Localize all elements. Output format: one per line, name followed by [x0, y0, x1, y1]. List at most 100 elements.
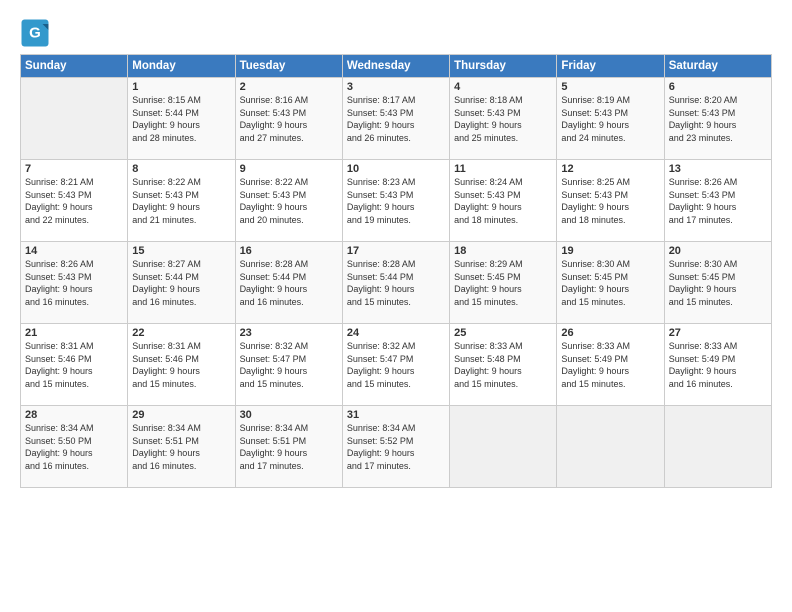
day-number: 18	[454, 245, 552, 257]
calendar-cell: 11Sunrise: 8:24 AMSunset: 5:43 PMDayligh…	[450, 160, 557, 242]
sun-info: Sunrise: 8:32 AMSunset: 5:47 PMDaylight:…	[347, 340, 445, 390]
sun-info: Sunrise: 8:34 AMSunset: 5:52 PMDaylight:…	[347, 422, 445, 472]
sun-info: Sunrise: 8:15 AMSunset: 5:44 PMDaylight:…	[132, 94, 230, 144]
day-number: 1	[132, 81, 230, 93]
calendar-cell	[557, 406, 664, 488]
sun-info: Sunrise: 8:25 AMSunset: 5:43 PMDaylight:…	[561, 176, 659, 226]
day-number: 3	[347, 81, 445, 93]
sun-info: Sunrise: 8:26 AMSunset: 5:43 PMDaylight:…	[25, 258, 123, 308]
calendar-cell: 9Sunrise: 8:22 AMSunset: 5:43 PMDaylight…	[235, 160, 342, 242]
calendar-cell: 15Sunrise: 8:27 AMSunset: 5:44 PMDayligh…	[128, 242, 235, 324]
day-number: 8	[132, 163, 230, 175]
calendar-cell: 10Sunrise: 8:23 AMSunset: 5:43 PMDayligh…	[342, 160, 449, 242]
calendar-table: SundayMondayTuesdayWednesdayThursdayFrid…	[20, 54, 772, 488]
sun-info: Sunrise: 8:29 AMSunset: 5:45 PMDaylight:…	[454, 258, 552, 308]
header-cell-saturday: Saturday	[664, 55, 771, 78]
sun-info: Sunrise: 8:19 AMSunset: 5:43 PMDaylight:…	[561, 94, 659, 144]
day-number: 7	[25, 163, 123, 175]
day-number: 21	[25, 327, 123, 339]
day-number: 26	[561, 327, 659, 339]
day-number: 27	[669, 327, 767, 339]
day-number: 5	[561, 81, 659, 93]
sun-info: Sunrise: 8:26 AMSunset: 5:43 PMDaylight:…	[669, 176, 767, 226]
sun-info: Sunrise: 8:18 AMSunset: 5:43 PMDaylight:…	[454, 94, 552, 144]
day-number: 22	[132, 327, 230, 339]
day-number: 30	[240, 409, 338, 421]
day-number: 10	[347, 163, 445, 175]
calendar-cell: 5Sunrise: 8:19 AMSunset: 5:43 PMDaylight…	[557, 78, 664, 160]
day-number: 13	[669, 163, 767, 175]
calendar-cell	[664, 406, 771, 488]
header-cell-wednesday: Wednesday	[342, 55, 449, 78]
week-row-2: 14Sunrise: 8:26 AMSunset: 5:43 PMDayligh…	[21, 242, 772, 324]
week-row-3: 21Sunrise: 8:31 AMSunset: 5:46 PMDayligh…	[21, 324, 772, 406]
day-number: 6	[669, 81, 767, 93]
sun-info: Sunrise: 8:22 AMSunset: 5:43 PMDaylight:…	[240, 176, 338, 226]
calendar-cell: 18Sunrise: 8:29 AMSunset: 5:45 PMDayligh…	[450, 242, 557, 324]
calendar-cell: 1Sunrise: 8:15 AMSunset: 5:44 PMDaylight…	[128, 78, 235, 160]
sun-info: Sunrise: 8:34 AMSunset: 5:51 PMDaylight:…	[240, 422, 338, 472]
calendar-cell: 16Sunrise: 8:28 AMSunset: 5:44 PMDayligh…	[235, 242, 342, 324]
calendar-cell: 29Sunrise: 8:34 AMSunset: 5:51 PMDayligh…	[128, 406, 235, 488]
day-number: 4	[454, 81, 552, 93]
calendar-cell: 14Sunrise: 8:26 AMSunset: 5:43 PMDayligh…	[21, 242, 128, 324]
sun-info: Sunrise: 8:33 AMSunset: 5:49 PMDaylight:…	[669, 340, 767, 390]
day-number: 28	[25, 409, 123, 421]
calendar-cell: 2Sunrise: 8:16 AMSunset: 5:43 PMDaylight…	[235, 78, 342, 160]
header-cell-tuesday: Tuesday	[235, 55, 342, 78]
svg-text:G: G	[29, 25, 41, 42]
sun-info: Sunrise: 8:16 AMSunset: 5:43 PMDaylight:…	[240, 94, 338, 144]
sun-info: Sunrise: 8:32 AMSunset: 5:47 PMDaylight:…	[240, 340, 338, 390]
calendar-cell: 31Sunrise: 8:34 AMSunset: 5:52 PMDayligh…	[342, 406, 449, 488]
logo: G	[20, 18, 54, 48]
calendar-cell: 8Sunrise: 8:22 AMSunset: 5:43 PMDaylight…	[128, 160, 235, 242]
sun-info: Sunrise: 8:28 AMSunset: 5:44 PMDaylight:…	[347, 258, 445, 308]
day-number: 12	[561, 163, 659, 175]
sun-info: Sunrise: 8:20 AMSunset: 5:43 PMDaylight:…	[669, 94, 767, 144]
calendar-page: G SundayMondayTuesdayWednesdayThursdayFr…	[0, 0, 792, 612]
calendar-cell	[21, 78, 128, 160]
header-cell-thursday: Thursday	[450, 55, 557, 78]
day-number: 20	[669, 245, 767, 257]
day-number: 31	[347, 409, 445, 421]
calendar-cell: 19Sunrise: 8:30 AMSunset: 5:45 PMDayligh…	[557, 242, 664, 324]
sun-info: Sunrise: 8:21 AMSunset: 5:43 PMDaylight:…	[25, 176, 123, 226]
calendar-cell: 6Sunrise: 8:20 AMSunset: 5:43 PMDaylight…	[664, 78, 771, 160]
day-number: 17	[347, 245, 445, 257]
sun-info: Sunrise: 8:30 AMSunset: 5:45 PMDaylight:…	[669, 258, 767, 308]
header-cell-friday: Friday	[557, 55, 664, 78]
day-number: 24	[347, 327, 445, 339]
calendar-cell: 26Sunrise: 8:33 AMSunset: 5:49 PMDayligh…	[557, 324, 664, 406]
calendar-cell	[450, 406, 557, 488]
sun-info: Sunrise: 8:17 AMSunset: 5:43 PMDaylight:…	[347, 94, 445, 144]
calendar-cell: 12Sunrise: 8:25 AMSunset: 5:43 PMDayligh…	[557, 160, 664, 242]
week-row-0: 1Sunrise: 8:15 AMSunset: 5:44 PMDaylight…	[21, 78, 772, 160]
day-number: 16	[240, 245, 338, 257]
calendar-cell: 28Sunrise: 8:34 AMSunset: 5:50 PMDayligh…	[21, 406, 128, 488]
calendar-cell: 25Sunrise: 8:33 AMSunset: 5:48 PMDayligh…	[450, 324, 557, 406]
calendar-cell: 7Sunrise: 8:21 AMSunset: 5:43 PMDaylight…	[21, 160, 128, 242]
day-number: 29	[132, 409, 230, 421]
calendar-cell: 20Sunrise: 8:30 AMSunset: 5:45 PMDayligh…	[664, 242, 771, 324]
sun-info: Sunrise: 8:28 AMSunset: 5:44 PMDaylight:…	[240, 258, 338, 308]
calendar-cell: 24Sunrise: 8:32 AMSunset: 5:47 PMDayligh…	[342, 324, 449, 406]
logo-icon: G	[20, 18, 50, 48]
day-number: 15	[132, 245, 230, 257]
day-number: 25	[454, 327, 552, 339]
sun-info: Sunrise: 8:22 AMSunset: 5:43 PMDaylight:…	[132, 176, 230, 226]
sun-info: Sunrise: 8:34 AMSunset: 5:51 PMDaylight:…	[132, 422, 230, 472]
calendar-cell: 30Sunrise: 8:34 AMSunset: 5:51 PMDayligh…	[235, 406, 342, 488]
day-number: 2	[240, 81, 338, 93]
calendar-cell: 23Sunrise: 8:32 AMSunset: 5:47 PMDayligh…	[235, 324, 342, 406]
calendar-cell: 4Sunrise: 8:18 AMSunset: 5:43 PMDaylight…	[450, 78, 557, 160]
day-number: 11	[454, 163, 552, 175]
calendar-cell: 22Sunrise: 8:31 AMSunset: 5:46 PMDayligh…	[128, 324, 235, 406]
header-cell-sunday: Sunday	[21, 55, 128, 78]
sun-info: Sunrise: 8:24 AMSunset: 5:43 PMDaylight:…	[454, 176, 552, 226]
sun-info: Sunrise: 8:33 AMSunset: 5:49 PMDaylight:…	[561, 340, 659, 390]
calendar-cell: 21Sunrise: 8:31 AMSunset: 5:46 PMDayligh…	[21, 324, 128, 406]
sun-info: Sunrise: 8:34 AMSunset: 5:50 PMDaylight:…	[25, 422, 123, 472]
sun-info: Sunrise: 8:23 AMSunset: 5:43 PMDaylight:…	[347, 176, 445, 226]
sun-info: Sunrise: 8:27 AMSunset: 5:44 PMDaylight:…	[132, 258, 230, 308]
header-row: SundayMondayTuesdayWednesdayThursdayFrid…	[21, 55, 772, 78]
